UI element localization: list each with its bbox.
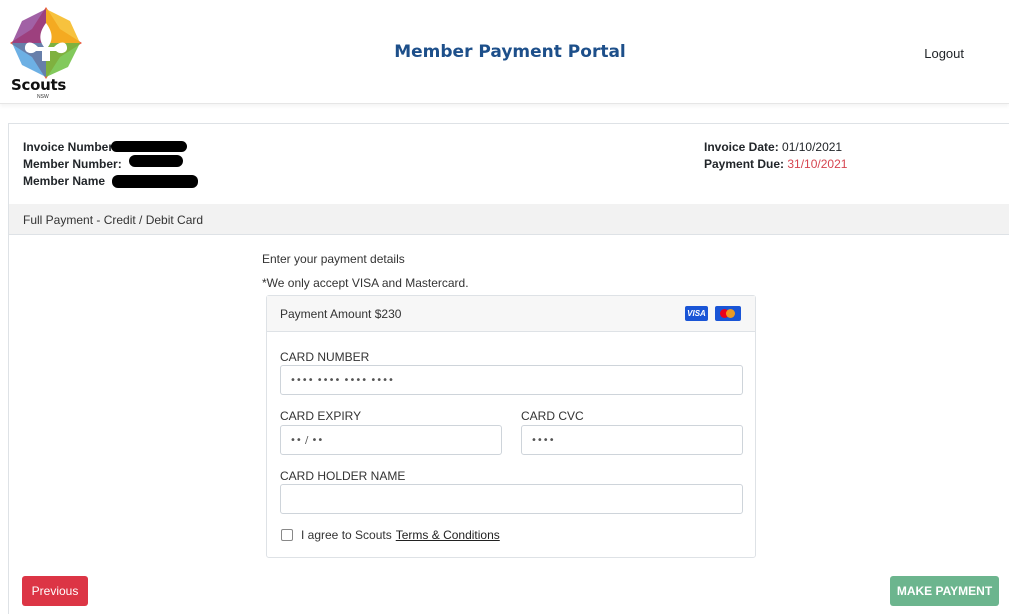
payment-amount: Payment Amount $230: [280, 307, 402, 321]
invoice-date-value: 01/10/2021: [782, 140, 843, 154]
card-expiry-label: CARD EXPIRY: [280, 409, 362, 423]
member-name-label: Member Name: [23, 174, 106, 188]
previous-button[interactable]: Previous: [22, 576, 88, 606]
payment-form: Payment Amount $230 VISA CARD NUMBER CAR…: [266, 295, 756, 558]
payment-due: Payment Due: 31/10/2021: [704, 156, 847, 173]
invoice-date-label: Invoice Date:: [704, 140, 779, 154]
card-number-label: CARD NUMBER: [280, 350, 370, 364]
logo-subtext: NSW: [37, 94, 49, 100]
card-cvc-input[interactable]: [521, 425, 743, 455]
invoice-dates: Invoice Date: 01/10/2021 Payment Due: 31…: [704, 139, 847, 173]
card-holder-input[interactable]: [280, 484, 743, 514]
card-holder-label: CARD HOLDER NAME: [280, 469, 406, 483]
invoice-card: Invoice Number Member Number: Member Nam…: [8, 123, 1009, 614]
card-expiry-input[interactable]: [280, 425, 502, 455]
card-number-input[interactable]: [280, 365, 743, 395]
logo-text: Scouts: [11, 76, 66, 94]
invoice-details: Invoice Number Member Number: Member Nam…: [23, 139, 122, 190]
redaction-bar: [129, 155, 183, 167]
card-cvc-label: CARD CVC: [521, 409, 584, 423]
make-payment-button[interactable]: MAKE PAYMENT: [890, 576, 999, 606]
payment-due-label: Payment Due:: [704, 157, 785, 171]
terms-link[interactable]: Terms & Conditions: [396, 528, 500, 542]
redaction-bar: [112, 175, 198, 188]
logout-link[interactable]: Logout: [924, 46, 964, 61]
terms-checkbox[interactable]: [281, 529, 293, 541]
invoice-date: Invoice Date: 01/10/2021: [704, 139, 847, 156]
payment-form-header: Payment Amount $230 VISA: [267, 296, 755, 332]
redaction-bar: [111, 141, 187, 152]
mastercard-icon: [715, 306, 741, 321]
terms-text: I agree to Scouts: [301, 528, 392, 542]
top-header: Scouts NSW Member Payment Portal Logout: [0, 0, 1009, 104]
terms-agreement: I agree to Scouts Terms & Conditions: [281, 528, 500, 542]
page-title: Member Payment Portal: [394, 42, 626, 62]
accepted-cards-note: *We only accept VISA and Mastercard.: [262, 276, 469, 290]
visa-icon: VISA: [685, 306, 708, 321]
section-title: Full Payment - Credit / Debit Card: [9, 204, 1009, 235]
member-number-label: Member Number:: [23, 157, 122, 171]
invoice-number-label: Invoice Number: [23, 140, 114, 154]
instruction-text: Enter your payment details: [262, 252, 405, 266]
payment-due-value: 31/10/2021: [787, 157, 848, 171]
